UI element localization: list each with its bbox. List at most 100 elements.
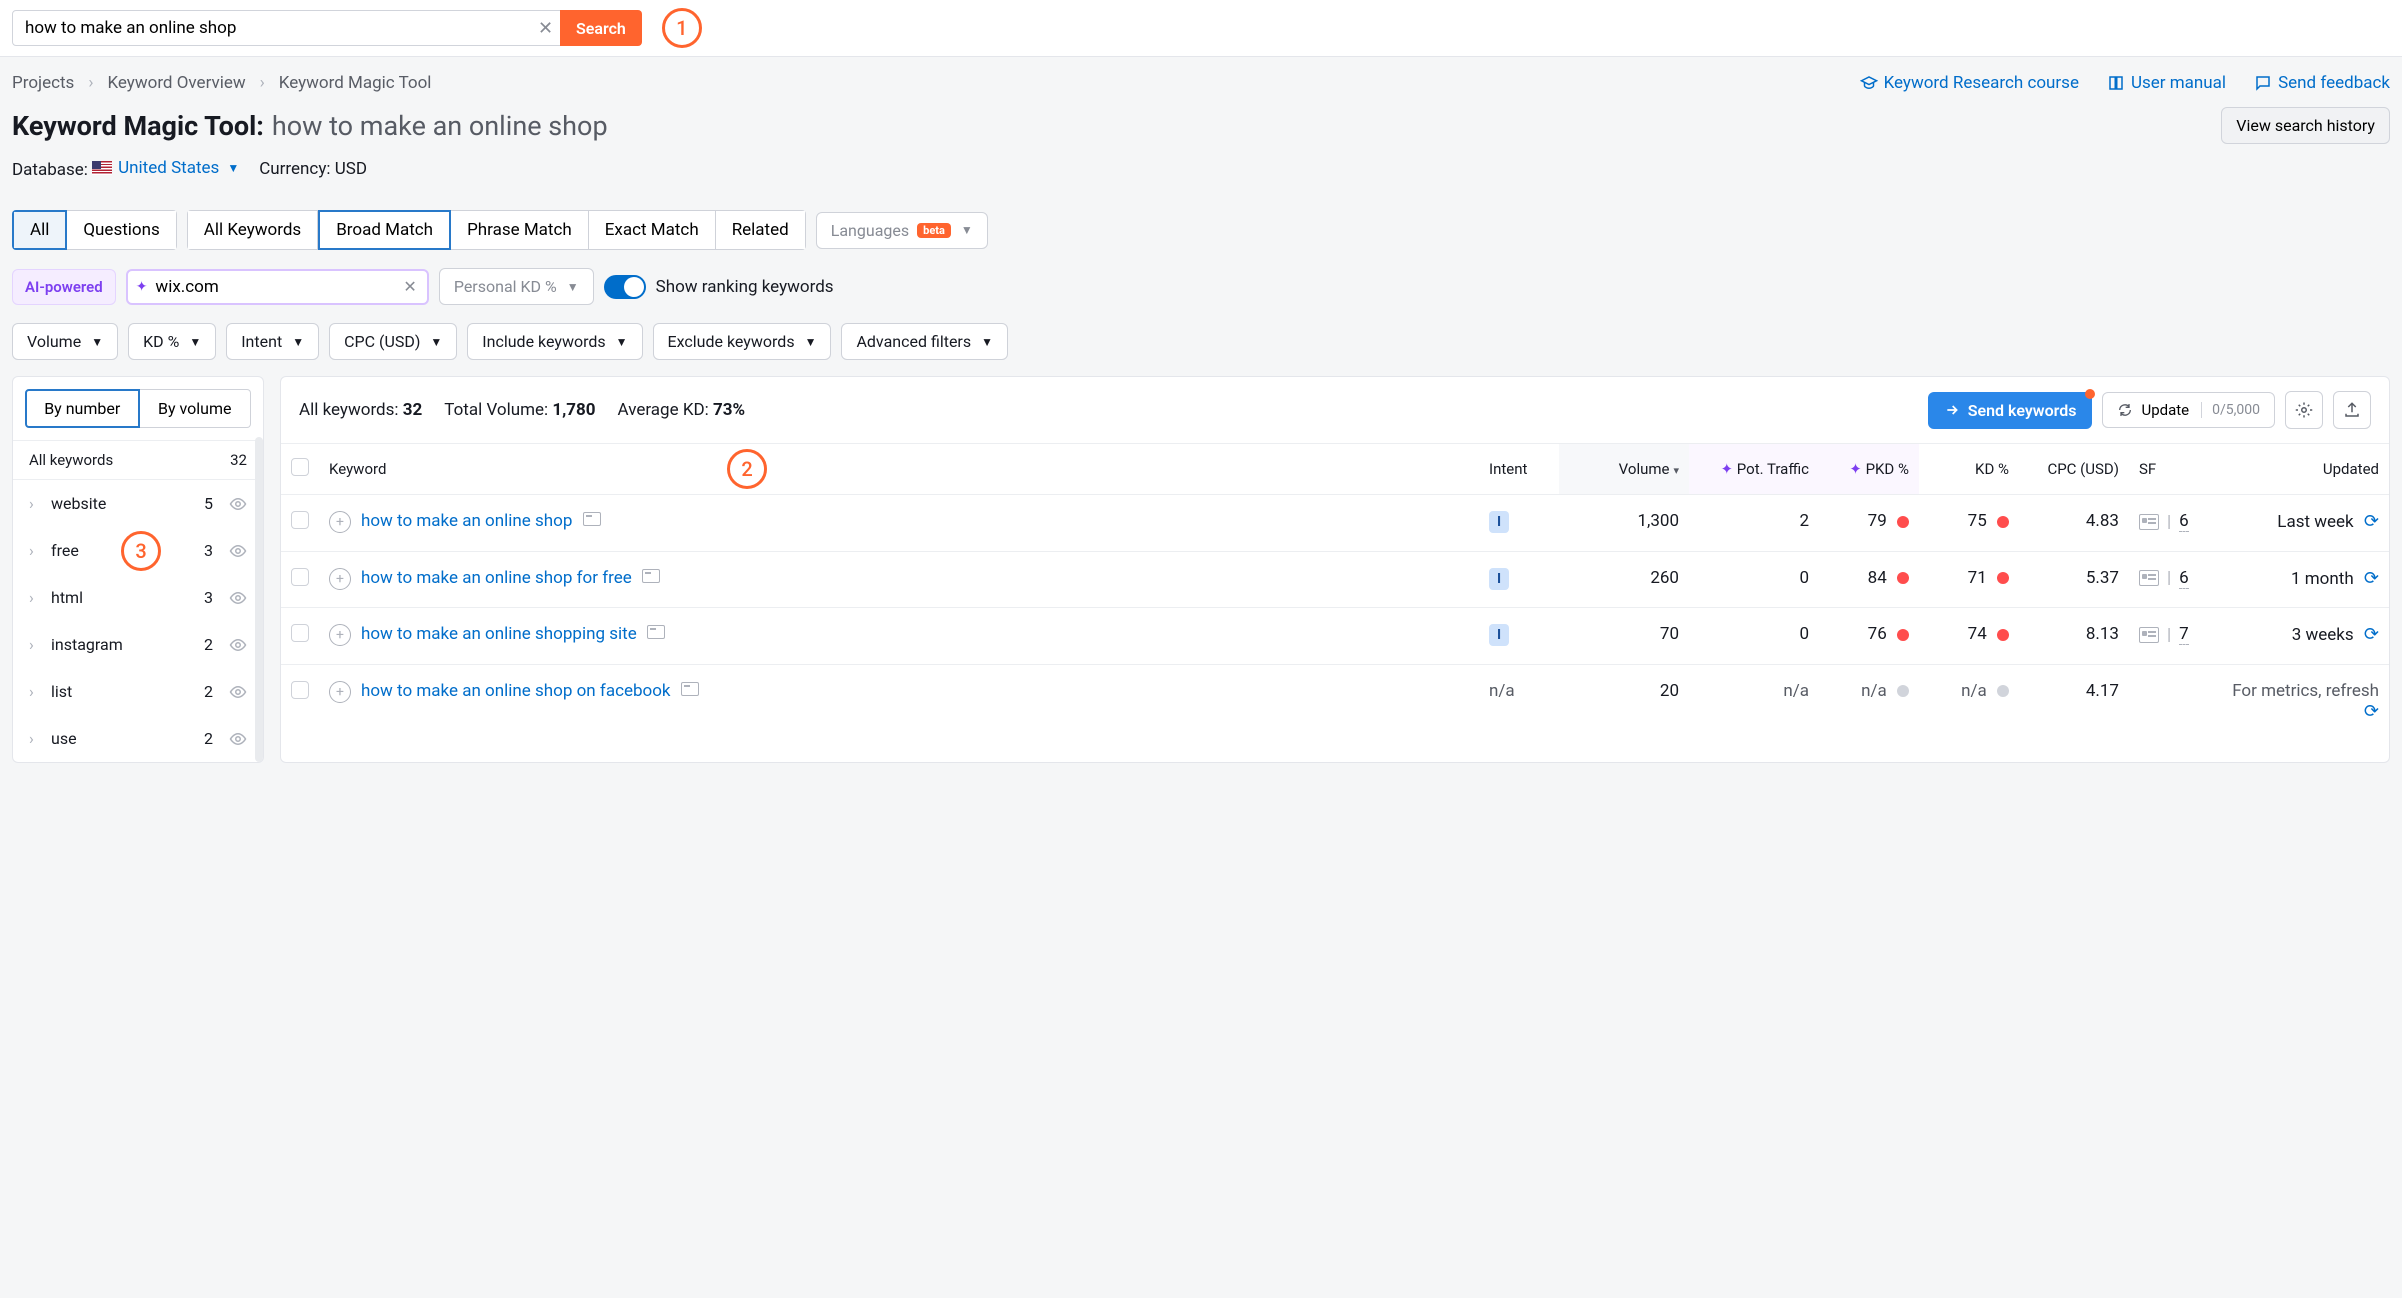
export-button[interactable] — [2333, 391, 2371, 429]
table-row: +how to make an online shop I1,300279 75… — [281, 495, 2389, 552]
sidebar-item-free[interactable]: ›free33 — [13, 527, 263, 574]
filter-cpc-usd-[interactable]: CPC (USD)▼ — [329, 323, 457, 360]
tab-questions[interactable]: Questions — [67, 210, 176, 250]
feedback-link[interactable]: Send feedback — [2254, 73, 2390, 93]
mode-segment: All Questions — [12, 210, 177, 250]
clear-domain-icon[interactable]: ✕ — [403, 277, 416, 296]
filter-exclude-keywords[interactable]: Exclude keywords▼ — [653, 323, 832, 360]
history-button[interactable]: View search history — [2221, 107, 2390, 144]
sidebar-item-list[interactable]: ›list2 — [13, 668, 263, 715]
filter-include-keywords[interactable]: Include keywords▼ — [467, 323, 642, 360]
refresh-row-icon[interactable]: ⟳ — [2364, 568, 2379, 589]
serp-icon[interactable] — [681, 682, 699, 696]
side-all-label[interactable]: All keywords — [29, 451, 113, 469]
tab-allkw[interactable]: All Keywords — [187, 210, 318, 250]
beta-badge: beta — [917, 223, 951, 238]
row-checkbox[interactable] — [291, 624, 309, 642]
side-tab-number[interactable]: By number — [25, 389, 140, 428]
refresh-row-icon[interactable]: ⟳ — [2364, 701, 2379, 722]
row-checkbox[interactable] — [291, 568, 309, 586]
row-checkbox[interactable] — [291, 681, 309, 699]
col-pkd[interactable]: ✦ PKD % — [1819, 444, 1919, 495]
breadcrumb: Projects › Keyword Overview › Keyword Ma… — [12, 73, 2390, 93]
select-all-checkbox[interactable] — [291, 458, 309, 476]
keyword-link[interactable]: how to make an online shop on facebook — [361, 681, 671, 701]
chevron-down-icon: ▼ — [91, 335, 103, 349]
eye-icon[interactable] — [229, 542, 247, 560]
keyword-link[interactable]: how to make an online shop for free — [361, 568, 632, 588]
refresh-row-icon[interactable]: ⟳ — [2364, 511, 2379, 532]
col-updated[interactable]: Updated — [2209, 444, 2389, 495]
filter-kd-[interactable]: KD %▼ — [128, 323, 216, 360]
tab-exact[interactable]: Exact Match — [589, 210, 716, 250]
clear-icon[interactable]: ✕ — [538, 18, 553, 39]
chevron-right-icon: › — [88, 73, 93, 93]
sparkle-icon: ✦ — [136, 279, 148, 295]
col-sf[interactable]: SF — [2129, 444, 2209, 495]
send-keywords-button[interactable]: Send keywords — [1928, 392, 2093, 429]
domain-input[interactable] — [155, 277, 395, 297]
filter-volume[interactable]: Volume▼ — [12, 323, 118, 360]
chevron-down-icon: ▼ — [227, 161, 239, 175]
filter-intent[interactable]: Intent▼ — [226, 323, 319, 360]
col-keyword[interactable]: Keyword2 — [319, 444, 1479, 495]
col-intent[interactable]: Intent — [1479, 444, 1559, 495]
search-input[interactable] — [12, 10, 564, 46]
col-pot-traffic[interactable]: ✦ Pot. Traffic — [1689, 444, 1819, 495]
crumb-overview[interactable]: Keyword Overview — [107, 73, 245, 93]
chevron-down-icon: ▼ — [961, 223, 973, 237]
serp-icon[interactable] — [642, 569, 660, 583]
side-tab-volume[interactable]: By volume — [140, 389, 252, 428]
tab-broad[interactable]: Broad Match — [318, 210, 451, 250]
ai-badge: AI-powered — [12, 269, 116, 305]
language-selector[interactable]: Languagesbeta▼ — [816, 212, 988, 249]
upload-icon — [2343, 401, 2361, 419]
match-segment: All Keywords Broad Match Phrase Match Ex… — [187, 210, 806, 250]
keyword-link[interactable]: how to make an online shop — [361, 511, 572, 531]
serp-features-icon[interactable] — [2139, 514, 2159, 530]
currency-label: Currency: — [259, 159, 330, 179]
keyword-link[interactable]: how to make an online shopping site — [361, 624, 637, 644]
eye-icon[interactable] — [229, 495, 247, 513]
crumb-projects[interactable]: Projects — [12, 73, 74, 93]
serp-features-icon[interactable] — [2139, 570, 2159, 586]
serp-icon[interactable] — [647, 625, 665, 639]
add-keyword-button[interactable]: + — [329, 511, 351, 533]
serp-features-icon[interactable] — [2139, 627, 2159, 643]
row-checkbox[interactable] — [291, 511, 309, 529]
db-selector[interactable]: United States▼ — [92, 158, 239, 178]
pkd-selector[interactable]: Personal KD %▼ — [439, 268, 594, 305]
add-keyword-button[interactable]: + — [329, 681, 351, 703]
course-link[interactable]: Keyword Research course — [1860, 73, 2079, 93]
col-kd[interactable]: KD % — [1919, 444, 2019, 495]
sidebar-item-website[interactable]: ›website5 — [13, 480, 263, 527]
tab-phrase[interactable]: Phrase Match — [451, 210, 589, 250]
eye-icon[interactable] — [229, 589, 247, 607]
intent-badge: I — [1489, 624, 1509, 646]
col-cpc[interactable]: CPC (USD) — [2019, 444, 2129, 495]
filter-advanced-filters[interactable]: Advanced filters▼ — [841, 323, 1008, 360]
col-volume[interactable]: Volume▾ — [1559, 444, 1689, 495]
tab-all[interactable]: All — [12, 210, 67, 250]
sidebar-item-instagram[interactable]: ›instagram2 — [13, 621, 263, 668]
sidebar-item-html[interactable]: ›html3 — [13, 574, 263, 621]
serp-icon[interactable] — [583, 512, 601, 526]
ranking-toggle[interactable] — [604, 275, 646, 299]
manual-link[interactable]: User manual — [2107, 73, 2226, 93]
add-keyword-button[interactable]: + — [329, 624, 351, 646]
eye-icon[interactable] — [229, 730, 247, 748]
settings-button[interactable] — [2285, 391, 2323, 429]
add-keyword-button[interactable]: + — [329, 568, 351, 590]
refresh-row-icon[interactable]: ⟳ — [2364, 624, 2379, 645]
eye-icon[interactable] — [229, 636, 247, 654]
sidebar-item-use[interactable]: ›use2 — [13, 715, 263, 762]
page-title: Keyword Magic Tool: — [12, 110, 264, 142]
us-flag-icon — [92, 161, 112, 175]
intent-badge: I — [1489, 568, 1509, 590]
search-button[interactable]: Search — [560, 10, 642, 46]
summary-kd-label: Average KD: — [618, 400, 713, 420]
callout-2: 2 — [727, 449, 767, 489]
tab-related[interactable]: Related — [716, 210, 806, 250]
update-button[interactable]: Update0/5,000 — [2102, 392, 2275, 428]
eye-icon[interactable] — [229, 683, 247, 701]
